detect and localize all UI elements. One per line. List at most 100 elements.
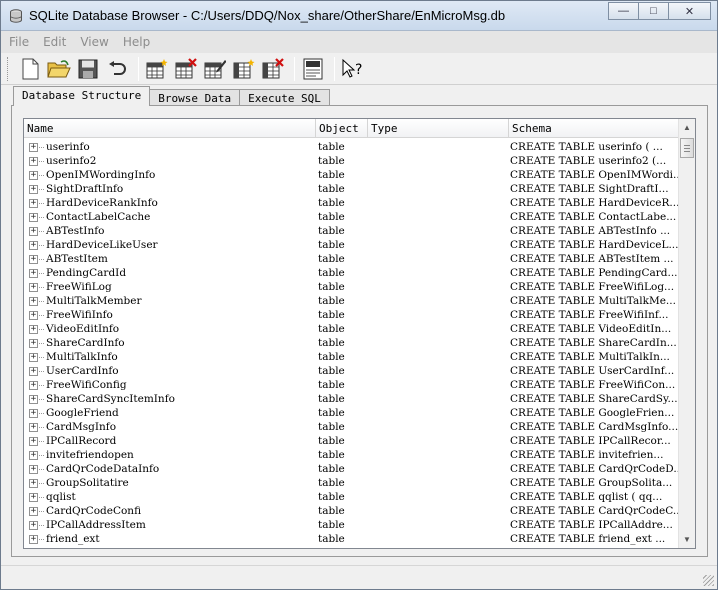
create-index-button[interactable]	[231, 56, 257, 82]
table-row[interactable]: + CardQrCodeConfi table CREATE TABLE CardQr…	[24, 504, 680, 518]
expand-icon[interactable]: +	[29, 226, 38, 236]
cell-type	[368, 280, 509, 294]
expand-icon[interactable]: +	[29, 170, 38, 180]
table-row[interactable]: + HardDeviceRankInfo table CREATE TABLE Har…	[24, 196, 680, 210]
table-row[interactable]: + friend_ext table CREATE TABLE friend_ext …	[24, 532, 680, 546]
cell-type	[368, 462, 509, 476]
log-button[interactable]	[300, 56, 326, 82]
expand-icon[interactable]: +	[29, 394, 38, 404]
modify-table-button[interactable]	[202, 56, 228, 82]
header-type[interactable]: Type	[368, 119, 509, 138]
table-row[interactable]: + ShareCardSyncItemInfo table CREATE TABLE …	[24, 392, 680, 406]
table-row[interactable]: + ABTestItem table CREATE TABLE ABTestItem …	[24, 252, 680, 266]
expand-icon[interactable]: +	[29, 310, 38, 320]
table-row[interactable]: + invitefriendopen table CREATE TABLE invit…	[24, 448, 680, 462]
whats-this-button[interactable]: ?	[340, 56, 366, 82]
expand-icon[interactable]: +	[29, 198, 38, 208]
header-name[interactable]: Name	[24, 119, 316, 138]
table-row[interactable]: + SightDraftInfo table CREATE TABLE SightDr…	[24, 182, 680, 196]
expand-icon[interactable]: +	[29, 282, 38, 292]
table-row[interactable]: + FreeWifiConfig table CREATE TABLE FreeWif…	[24, 378, 680, 392]
expand-icon[interactable]: +	[29, 436, 38, 446]
table-row[interactable]: + FreeWifiInfo table CREATE TABLE FreeWifiI…	[24, 308, 680, 322]
expand-icon[interactable]: +	[29, 324, 38, 334]
expand-icon[interactable]: +	[29, 422, 38, 432]
header-object[interactable]: Object	[316, 119, 368, 138]
table-row[interactable]: + ContactLabelCache table CREATE TABLE Cont…	[24, 210, 680, 224]
table-row[interactable]: + IPCallRecord table CREATE TABLE IPCallRec…	[24, 434, 680, 448]
open-database-button[interactable]	[46, 56, 72, 82]
maximize-button[interactable]: □	[638, 2, 669, 20]
structure-tree[interactable]: Name Object Type Schema + userinfo table CR…	[23, 118, 696, 549]
delete-index-icon	[262, 57, 284, 78]
expand-icon[interactable]: +	[29, 464, 38, 474]
table-row[interactable]: + MultiTalkInfo table CREATE TABLE MultiTal…	[24, 350, 680, 364]
table-row[interactable]: + userinfo2 table CREATE TABLE userinfo2 (.…	[24, 154, 680, 168]
table-row[interactable]: + OpenIMWordingInfo table CREATE TABLE Open…	[24, 168, 680, 182]
toolbar-separator	[294, 56, 295, 81]
save-button[interactable]	[75, 56, 101, 82]
menu-view[interactable]: View	[80, 35, 108, 49]
table-row[interactable]: + UserCardInfo table CREATE TABLE UserCardI…	[24, 364, 680, 378]
cell-name: + FreeWifiConfig	[24, 378, 316, 392]
expand-icon[interactable]: +	[29, 142, 38, 152]
expand-icon[interactable]: +	[29, 268, 38, 278]
table-row[interactable]: + CardQrCodeDataInfo table CREATE TABLE Car…	[24, 462, 680, 476]
expand-icon[interactable]: +	[29, 520, 38, 530]
toolbar-grip[interactable]	[7, 56, 11, 81]
table-row[interactable]: + MultiTalkMember table CREATE TABLE MultiT…	[24, 294, 680, 308]
expand-icon[interactable]: +	[29, 296, 38, 306]
tab-database-structure[interactable]: Database Structure	[13, 86, 151, 106]
expand-icon[interactable]: +	[29, 506, 38, 516]
menu-file[interactable]: File	[9, 35, 29, 49]
cell-name: + FreeWifiLog	[24, 280, 316, 294]
expand-icon[interactable]: +	[29, 534, 38, 544]
title-bar[interactable]: SQLite Database Browser - C:/Users/DDQ/N…	[1, 1, 717, 31]
table-row[interactable]: + FreeWifiLog table CREATE TABLE FreeWifiLo…	[24, 280, 680, 294]
menu-help[interactable]: Help	[123, 35, 150, 49]
expand-icon[interactable]: +	[29, 366, 38, 376]
vertical-scrollbar[interactable]: ▲ ▼	[678, 119, 695, 548]
resize-grip-icon[interactable]	[703, 575, 714, 586]
expand-icon[interactable]: +	[29, 380, 38, 390]
table-row[interactable]: + HardDeviceLikeUser table CREATE TABLE Har…	[24, 238, 680, 252]
header-schema[interactable]: Schema	[509, 119, 680, 138]
minimize-button[interactable]: —	[608, 2, 639, 20]
create-index-icon	[233, 58, 255, 78]
table-row[interactable]: + VideoEditInfo table CREATE TABLE VideoEdi…	[24, 322, 680, 336]
cell-type	[368, 448, 509, 462]
expand-icon[interactable]: +	[29, 408, 38, 418]
expand-icon[interactable]: +	[29, 156, 38, 166]
table-row[interactable]: + userinfo table CREATE TABLE userinfo ( ..…	[24, 140, 680, 154]
expand-icon[interactable]: +	[29, 492, 38, 502]
table-row[interactable]: + GoogleFriend table CREATE TABLE GoogleFri…	[24, 406, 680, 420]
close-button[interactable]: ✕	[668, 2, 711, 20]
table-row[interactable]: + qqlist table CREATE TABLE qqlist ( qq...	[24, 490, 680, 504]
scroll-up-icon[interactable]: ▲	[679, 119, 695, 136]
scroll-thumb[interactable]	[680, 138, 694, 158]
table-row[interactable]: + PendingCardId table CREATE TABLE PendingC…	[24, 266, 680, 280]
expand-icon[interactable]: +	[29, 184, 38, 194]
tab-browse-data[interactable]: Browse Data	[149, 89, 241, 106]
expand-icon[interactable]: +	[29, 450, 38, 460]
create-table-button[interactable]	[144, 56, 170, 82]
new-database-button[interactable]	[17, 56, 43, 82]
menu-edit[interactable]: Edit	[43, 35, 66, 49]
scroll-down-icon[interactable]: ▼	[679, 531, 695, 548]
delete-table-button[interactable]	[173, 56, 199, 82]
expand-icon[interactable]: +	[29, 212, 38, 222]
table-row[interactable]: + CardMsgInfo table CREATE TABLE CardMsgInf…	[24, 420, 680, 434]
table-row[interactable]: + IPCallAddressItem table CREATE TABLE IPCa…	[24, 518, 680, 532]
delete-index-button[interactable]	[260, 56, 286, 82]
tree-connector	[39, 510, 44, 512]
undo-button[interactable]	[104, 56, 130, 82]
expand-icon[interactable]: +	[29, 338, 38, 348]
table-row[interactable]: + ShareCardInfo table CREATE TABLE ShareCar…	[24, 336, 680, 350]
expand-icon[interactable]: +	[29, 478, 38, 488]
table-row[interactable]: + GroupSolitatire table CREATE TABLE GroupS…	[24, 476, 680, 490]
tab-execute-sql[interactable]: Execute SQL	[239, 89, 330, 106]
expand-icon[interactable]: +	[29, 352, 38, 362]
expand-icon[interactable]: +	[29, 254, 38, 264]
expand-icon[interactable]: +	[29, 240, 38, 250]
table-row[interactable]: + ABTestInfo table CREATE TABLE ABTestInfo …	[24, 224, 680, 238]
